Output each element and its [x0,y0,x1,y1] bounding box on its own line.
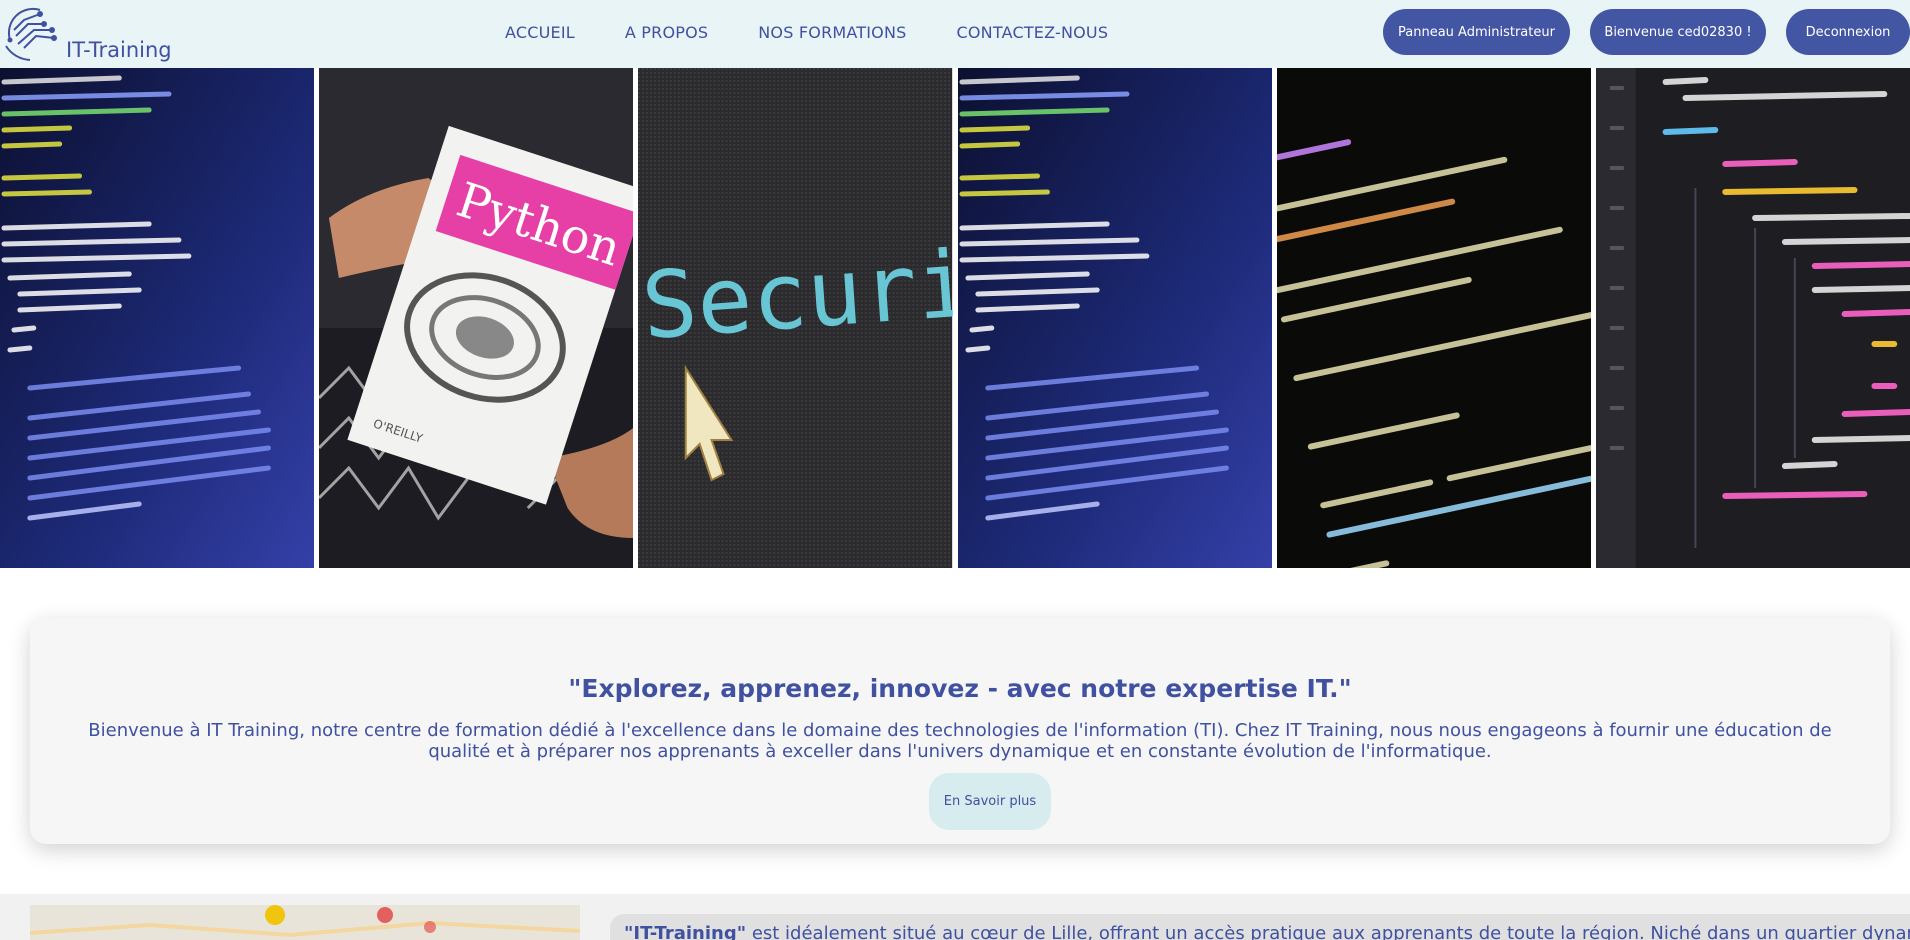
nav-link-contact[interactable]: CONTACTEZ-NOUS [932,23,1134,42]
code-screen-image [0,68,315,568]
account-actions: Panneau Administrateur Bienvenue ced0283… [1383,9,1910,55]
python-book-image: Python O'REILLY [319,68,634,568]
map-image [30,905,580,940]
about-brand-link[interactable]: "IT-Training" [624,923,746,940]
php-code-image [1276,68,1591,568]
logout-button[interactable]: Deconnexion [1786,9,1910,55]
circuit-logo-icon [5,7,57,61]
hero-description: Bienvenue à IT Training, notre centre de… [88,720,1832,762]
hero-slogan: "Explorez, apprenez, innovez - avec notr… [568,674,1352,703]
learn-more-button[interactable]: En Savoir plus [929,773,1051,830]
hero-image-strip: Python O'REILLY Securit [0,68,1910,568]
react-code-image [1595,68,1910,568]
nav-link-a-propos[interactable]: A PROPOS [600,23,733,42]
navbar: IT-Training ACCUEIL A PROPOS NOS FORMATI… [0,0,1910,68]
code-screen-image [957,68,1272,568]
hero-card: "Explorez, apprenez, innovez - avec notr… [30,618,1890,844]
brand-logo[interactable]: IT-Training [0,0,200,68]
about-text: est idéalement situé au cœur de Lille, o… [746,923,1910,940]
main-nav: ACCUEIL A PROPOS NOS FORMATIONS CONTACTE… [480,0,1133,64]
nav-link-accueil[interactable]: ACCUEIL [480,23,600,42]
welcome-user-button[interactable]: Bienvenue ced02830 ! [1590,9,1766,55]
about-card: "IT-Training" est idéalement situé au cœ… [610,914,1910,940]
security-screen-image: Securit [638,68,953,568]
admin-panel-button[interactable]: Panneau Administrateur [1383,9,1570,55]
about-section: "IT-Training" est idéalement situé au cœ… [0,894,1910,940]
nav-link-formations[interactable]: NOS FORMATIONS [733,23,931,42]
brand-name: IT-Training [66,38,172,62]
